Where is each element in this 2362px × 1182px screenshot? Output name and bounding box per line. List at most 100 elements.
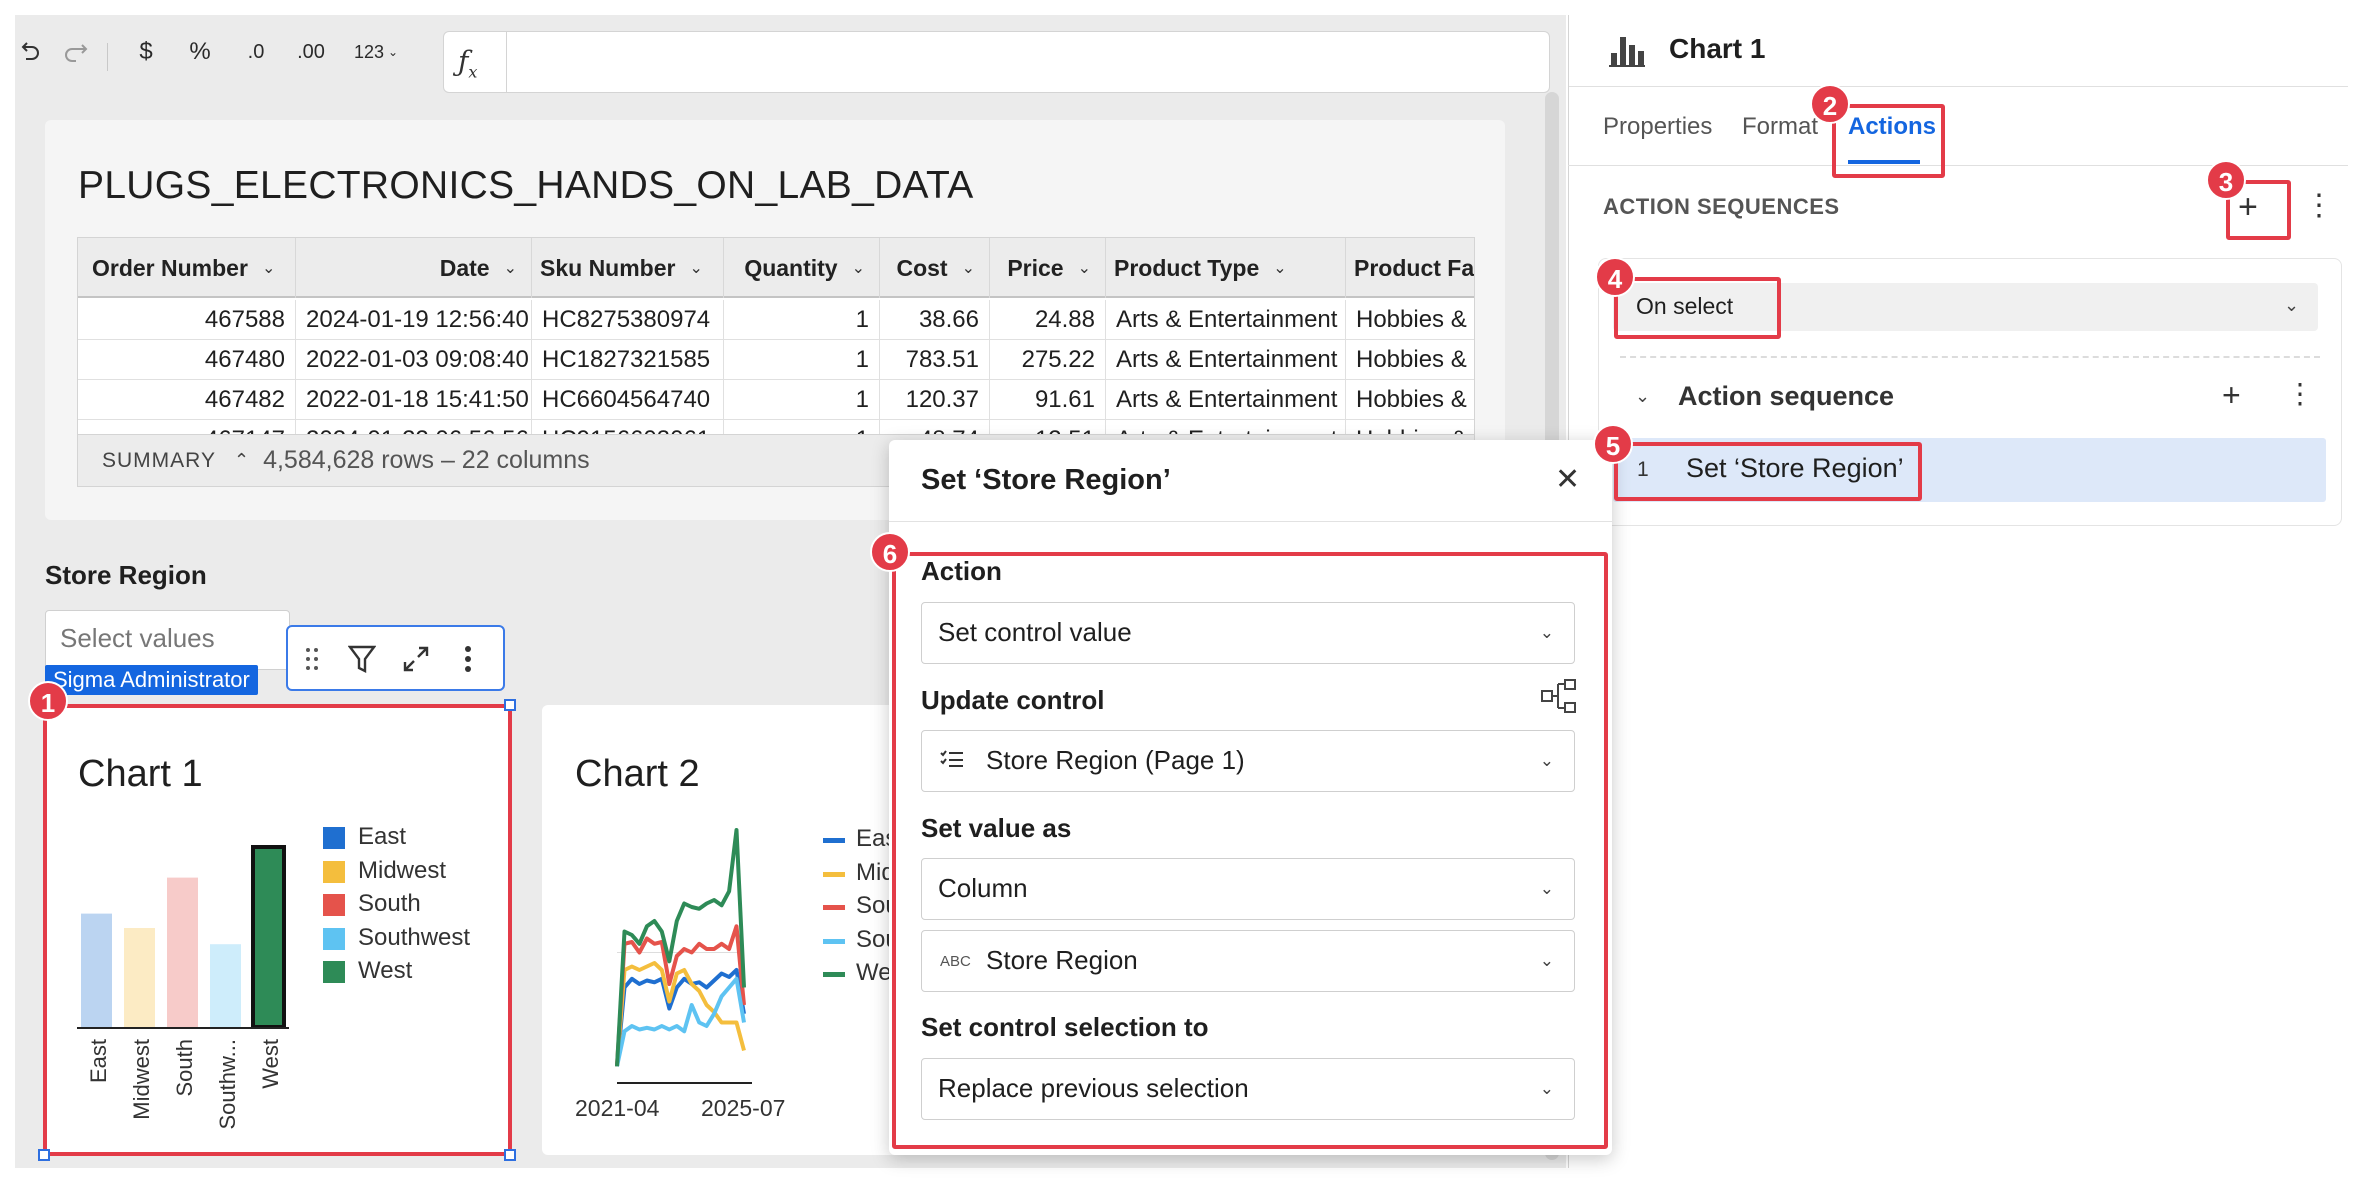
column-header-product-type[interactable]: Product Type ⌄ bbox=[1106, 238, 1346, 298]
annotation-badge: 4 bbox=[1595, 257, 1635, 297]
action-sequences-heading: ACTION SEQUENCES bbox=[1603, 194, 1840, 219]
bar-chart-icon bbox=[1609, 37, 1645, 67]
table-cell[interactable]: 467588 bbox=[78, 300, 296, 340]
table-row[interactable]: 467480 2022-01-03 09:08:40 HC1827321585 1 78… bbox=[78, 340, 1474, 380]
filter-icon[interactable] bbox=[344, 641, 380, 677]
table-cell[interactable]: HC8275380974 bbox=[532, 300, 724, 340]
annotation-badge: 3 bbox=[2206, 160, 2246, 200]
table-cell[interactable]: 2024-01-19 12:56:40 bbox=[296, 300, 532, 340]
legend-swatch bbox=[823, 972, 845, 977]
legend-label: We bbox=[856, 959, 892, 986]
resize-handle[interactable] bbox=[504, 699, 516, 711]
table-cell[interactable]: Hobbies & C bbox=[1346, 300, 1474, 340]
column-header-label: Price bbox=[1007, 254, 1064, 281]
table-cell[interactable]: 275.22 bbox=[990, 340, 1106, 380]
column-header-label: Cost bbox=[896, 254, 948, 281]
formula-separator bbox=[506, 32, 507, 92]
column-header-order-number[interactable]: Order Number ⌄ bbox=[78, 238, 296, 298]
panel-header: Chart 1 bbox=[1569, 15, 2348, 87]
table-cell[interactable]: 2022-01-18 15:41:50 bbox=[296, 380, 532, 420]
chevron-down-icon: ⌄ bbox=[261, 260, 276, 277]
summary-row-count: 4,584,628 rows – 22 columns bbox=[263, 446, 590, 474]
number-format-dropdown[interactable]: 123 ⌄ bbox=[347, 37, 405, 67]
column-header-price[interactable]: Price ⌄ bbox=[990, 238, 1106, 298]
column-header-cost[interactable]: Cost ⌄ bbox=[880, 238, 990, 298]
series-line-south[interactable] bbox=[615, 924, 746, 1067]
table-cell[interactable]: Hobbies & C bbox=[1346, 340, 1474, 380]
increase-decimals-label: .00 bbox=[297, 40, 325, 63]
table-cell[interactable]: HC6604564740 bbox=[532, 380, 724, 420]
modal-title: Set ‘Store Region’ bbox=[921, 464, 1171, 496]
table-cell[interactable]: Arts & Entertainment bbox=[1106, 340, 1346, 380]
annotation-box-step bbox=[1614, 442, 1922, 501]
redo-icon[interactable] bbox=[61, 37, 95, 67]
chevron-down-icon: ⌄ bbox=[2284, 295, 2300, 315]
tab-properties[interactable]: Properties bbox=[1603, 113, 1712, 141]
action-sequence-title: Action sequence bbox=[1678, 381, 1895, 411]
table-cell[interactable]: 1 bbox=[724, 380, 880, 420]
formula-bar[interactable]: ƒx bbox=[443, 31, 1550, 93]
toolbar-divider bbox=[107, 43, 108, 71]
chevron-down-icon: ⌄ bbox=[961, 260, 975, 277]
table-cell[interactable]: Arts & Entertainment bbox=[1106, 380, 1346, 420]
series-line-midwest[interactable] bbox=[615, 961, 746, 1067]
more-vertical-icon[interactable]: ⋮ bbox=[2304, 188, 2334, 223]
collapse-chevron-icon[interactable]: ⌄ bbox=[1635, 386, 1650, 407]
increase-decimals-button[interactable]: .00 bbox=[291, 37, 331, 67]
more-vertical-icon[interactable]: ⋮ bbox=[2286, 377, 2314, 410]
sequence-divider bbox=[1620, 356, 2320, 358]
table-row[interactable]: 467588 2024-01-19 12:56:40 HC8275380974 1 38… bbox=[78, 300, 1474, 340]
chart-2-element[interactable]: Chart 2 Eas Mid Sou Sou We 2021-04 2025-07 bbox=[542, 705, 902, 1155]
table-cell[interactable]: 467482 bbox=[78, 380, 296, 420]
currency-format-button[interactable]: $ bbox=[131, 37, 161, 67]
table-cell[interactable]: 91.61 bbox=[990, 380, 1106, 420]
table-cell[interactable]: 783.51 bbox=[880, 340, 990, 380]
chevron-down-icon: ⌄ bbox=[851, 260, 865, 277]
store-region-select[interactable]: Select values bbox=[45, 610, 290, 670]
chart-2-x-tick: 2021-04 bbox=[575, 1095, 660, 1121]
legend-swatch bbox=[823, 905, 845, 910]
chevron-down-icon: ⌄ bbox=[1273, 260, 1287, 277]
column-header-product-family[interactable]: Product Fam bbox=[1346, 238, 1474, 298]
element-toolbar bbox=[286, 625, 505, 691]
decrease-decimals-button[interactable]: .0 bbox=[237, 37, 275, 67]
annotation-badge: 2 bbox=[1810, 84, 1850, 124]
resize-handle[interactable] bbox=[504, 1149, 516, 1161]
expand-icon[interactable] bbox=[398, 641, 434, 677]
table-title: PLUGS_ELECTRONICS_HANDS_ON_LAB_DATA bbox=[78, 164, 974, 207]
more-icon[interactable] bbox=[450, 641, 486, 677]
formula-icon: ƒx bbox=[458, 45, 478, 82]
resize-handle[interactable] bbox=[38, 1149, 50, 1161]
column-header-date[interactable]: Date ⌄ bbox=[296, 238, 532, 298]
series-line-east[interactable] bbox=[615, 968, 746, 1067]
table-cell[interactable]: 1 bbox=[724, 300, 880, 340]
annotation-badge: 6 bbox=[870, 532, 910, 572]
add-action-plus-icon[interactable]: + bbox=[2222, 377, 2241, 414]
chevron-up-icon[interactable]: ⌃ bbox=[234, 450, 249, 471]
table-cell[interactable]: Arts & Entertainment bbox=[1106, 300, 1346, 340]
table-cell[interactable]: 38.66 bbox=[880, 300, 990, 340]
percent-format-button[interactable]: % bbox=[183, 37, 217, 67]
column-header-label: Date bbox=[439, 254, 490, 281]
drag-handle-icon[interactable] bbox=[294, 641, 330, 677]
undo-icon[interactable] bbox=[15, 37, 45, 67]
chart-2-plot bbox=[615, 828, 752, 1084]
table-cell[interactable]: Hobbies & C bbox=[1346, 380, 1474, 420]
select-placeholder: Select values bbox=[60, 623, 215, 653]
column-header-quantity[interactable]: Quantity ⌄ bbox=[724, 238, 880, 298]
chart-2-x-tick: 2025-07 bbox=[701, 1095, 786, 1121]
close-icon[interactable]: ✕ bbox=[1555, 462, 1580, 497]
table-cell[interactable]: 467480 bbox=[78, 340, 296, 380]
table-cell[interactable]: 2022-01-03 09:08:40 bbox=[296, 340, 532, 380]
table-cell[interactable]: 1 bbox=[724, 340, 880, 380]
table-cell[interactable]: 120.37 bbox=[880, 380, 990, 420]
column-header-sku[interactable]: Sku Number ⌄ bbox=[532, 238, 724, 298]
table-cell[interactable]: 24.88 bbox=[990, 300, 1106, 340]
tab-format[interactable]: Format bbox=[1742, 113, 1818, 141]
table-row[interactable]: 467482 2022-01-18 15:41:50 HC6604564740 1 12… bbox=[78, 380, 1474, 420]
summary-label: SUMMARY bbox=[102, 448, 216, 472]
control-title: Store Region bbox=[45, 560, 207, 590]
table-cell[interactable]: HC1827321585 bbox=[532, 340, 724, 380]
chevron-down-icon: ⌄ bbox=[387, 45, 399, 59]
column-header-label: Quantity bbox=[744, 254, 838, 281]
